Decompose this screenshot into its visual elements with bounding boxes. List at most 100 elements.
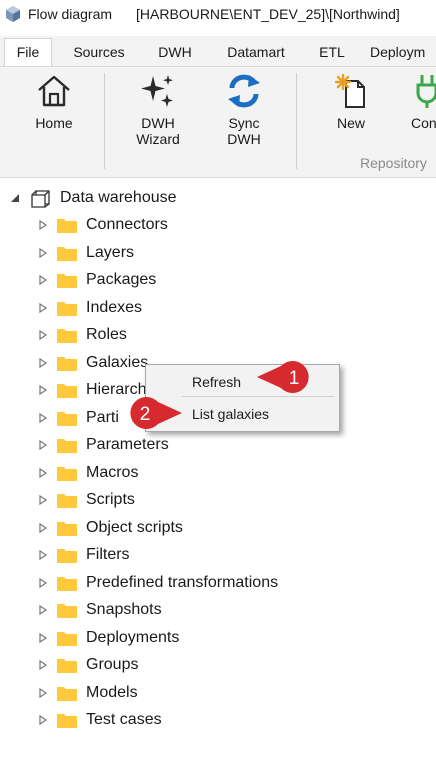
- expand-arrow-icon[interactable]: [36, 383, 50, 397]
- callout-2-number: 2: [140, 404, 151, 425]
- database-cube-icon: [31, 190, 50, 208]
- connect-button[interactable]: Con: [404, 73, 436, 131]
- tree-item[interactable]: Deployments: [36, 626, 179, 650]
- ribbon-separator: [104, 73, 105, 169]
- folder-icon: [57, 466, 77, 481]
- home-label: Home: [35, 115, 73, 131]
- tree-item[interactable]: Predefined transformations: [36, 571, 278, 595]
- dwh-wizard-button[interactable]: DWH Wizard: [124, 73, 192, 147]
- tree-item[interactable]: Groups: [36, 653, 138, 677]
- tree-item[interactable]: Parameters: [36, 433, 169, 457]
- folder-icon: [57, 246, 77, 261]
- expand-arrow-icon[interactable]: [36, 466, 50, 480]
- repository-group-label: Repository: [360, 155, 427, 171]
- menu-separator: [182, 396, 334, 397]
- tree-item-label: Galaxies: [86, 353, 149, 371]
- tree-item[interactable]: Layers: [36, 241, 134, 265]
- expand-arrow-icon[interactable]: [36, 631, 50, 645]
- folder-icon: [57, 576, 77, 591]
- tab-file[interactable]: File: [4, 38, 52, 66]
- expand-arrow-icon[interactable]: [36, 603, 50, 617]
- tree-item-label: Parameters: [86, 436, 169, 453]
- tree-root[interactable]: Data warehouse: [8, 186, 177, 210]
- tree-item-label: Packages: [86, 271, 157, 288]
- new-document-icon: [334, 73, 365, 108]
- wizard-sparkle-icon: [141, 75, 173, 107]
- folder-icon: [57, 714, 77, 728]
- dwh-wizard-label-line1: DWH: [141, 115, 175, 131]
- expand-arrow-icon[interactable]: [36, 411, 50, 425]
- tree-item-label: Macros: [86, 463, 139, 481]
- tree-item-label: Parti: [86, 408, 119, 426]
- folder-icon: [57, 686, 77, 701]
- folder-icon: [57, 659, 77, 673]
- dwh-wizard-label-line2: Wizard: [136, 131, 180, 147]
- tree-root-label: Data warehouse: [60, 189, 177, 206]
- tree-item[interactable]: Roles: [36, 323, 127, 347]
- expand-arrow-icon[interactable]: [36, 521, 50, 535]
- expand-arrow-icon[interactable]: [36, 658, 50, 672]
- expand-arrow-icon[interactable]: [36, 356, 50, 370]
- expand-arrow-icon[interactable]: [36, 438, 50, 452]
- tree-item-label: Models: [86, 683, 138, 701]
- folder-icon: [57, 439, 77, 453]
- tab-datamart[interactable]: Datamart: [216, 39, 296, 66]
- folder-icon: [57, 411, 77, 426]
- tree-item-label: Roles: [86, 326, 127, 343]
- window-title: Flow diagram: [28, 6, 113, 22]
- menu-item-refresh[interactable]: Refresh: [192, 374, 241, 390]
- callout-1-number: 1: [289, 368, 300, 389]
- sync-dwh-label-line2: DWH: [227, 131, 261, 147]
- tree-item[interactable]: Connectors: [36, 213, 168, 237]
- tree-item-label: Object scripts: [86, 518, 183, 536]
- tree-item-label: Deployments: [86, 628, 180, 646]
- expand-arrow-icon[interactable]: [36, 713, 50, 727]
- expand-arrow-icon[interactable]: [36, 328, 50, 342]
- tree-item-label: Predefined transformations: [86, 573, 279, 591]
- expand-arrow-icon[interactable]: [36, 301, 50, 315]
- sync-dwh-button[interactable]: Sync DWH: [210, 73, 278, 147]
- tab-dwh[interactable]: DWH: [148, 39, 202, 66]
- tab-sources[interactable]: Sources: [63, 39, 135, 66]
- home-button[interactable]: Home: [20, 73, 88, 131]
- tab-etl[interactable]: ETL: [310, 39, 354, 66]
- menu-item-list-galaxies[interactable]: List galaxies: [192, 406, 269, 422]
- tree-item[interactable]: Models: [36, 681, 138, 705]
- tree-item[interactable]: Parti: [36, 406, 119, 430]
- tree-item[interactable]: Object scripts: [36, 516, 183, 540]
- expand-arrow-icon[interactable]: [36, 548, 50, 562]
- tree-item[interactable]: Galaxies: [36, 351, 148, 375]
- expand-arrow-icon[interactable]: [36, 576, 50, 590]
- tree-item[interactable]: Snapshots: [36, 598, 162, 622]
- new-button[interactable]: New: [322, 73, 380, 131]
- tab-deployment[interactable]: Deploym: [370, 39, 436, 66]
- new-label: New: [336, 115, 365, 131]
- connection-label: [HARBOURNE\ENT_DEV_25]\[Northwind]: [136, 6, 400, 22]
- folder-icon: [57, 301, 77, 316]
- folder-icon: [57, 604, 77, 618]
- plug-icon: [416, 75, 436, 108]
- expand-arrow-icon[interactable]: [36, 686, 50, 700]
- ribbon: Home DWH Wizard Sync DWH New Con Reposit…: [0, 67, 436, 178]
- tree-item-label: Indexes: [86, 298, 143, 316]
- tree-item-label: Scripts: [86, 491, 135, 508]
- tree-item-label: Snapshots: [86, 601, 162, 618]
- tree-item-label: Test cases: [86, 711, 162, 728]
- tree-item[interactable]: Filters: [36, 543, 130, 567]
- tree-item[interactable]: Packages: [36, 268, 156, 292]
- expand-arrow-icon[interactable]: [36, 246, 50, 260]
- callout-2: 2: [130, 397, 182, 429]
- tree-item[interactable]: Test cases: [36, 708, 162, 732]
- tree-item[interactable]: Indexes: [36, 296, 142, 320]
- sync-icon: [228, 74, 260, 108]
- app-logo-icon: [6, 6, 20, 22]
- collapse-arrow-icon[interactable]: [8, 191, 22, 205]
- expand-arrow-icon[interactable]: [36, 273, 50, 287]
- expand-arrow-icon[interactable]: [36, 493, 50, 507]
- connect-label: Con: [411, 115, 436, 131]
- tree-item-label: Layers: [86, 243, 135, 261]
- tree-item[interactable]: Macros: [36, 461, 138, 485]
- tree-item[interactable]: Scripts: [36, 488, 135, 512]
- expand-arrow-icon[interactable]: [36, 218, 50, 232]
- tree-item-label: Connectors: [86, 216, 168, 233]
